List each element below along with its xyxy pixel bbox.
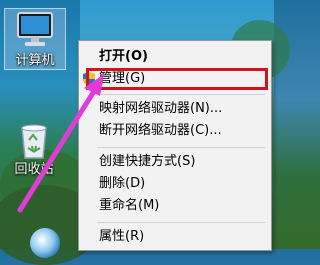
menu-item-label: 属性(R) (99, 229, 145, 244)
menu-item-label: 删除(D) (99, 176, 146, 191)
recycle-bin-desktop-icon[interactable]: 回收站 (4, 120, 64, 178)
partial-desktop-icon[interactable] (30, 228, 60, 258)
menu-item-properties[interactable]: 属性(R) (79, 226, 271, 248)
menu-item-label: 管理(G) (99, 71, 146, 86)
computer-icon (15, 9, 55, 53)
menu-item-create-shortcut[interactable]: 创建快捷方式(S) (79, 151, 271, 173)
menu-item-rename[interactable]: 重命名(M) (79, 195, 271, 217)
menu-item-label: 创建快捷方式(S) (99, 154, 196, 169)
computer-icon-label: 计算机 (15, 53, 55, 68)
context-menu: 打开(O) 管理(G) 映射网络驱动器(N)... 断开网络驱动器(C)... … (78, 40, 272, 251)
recycle-bin-icon-label: 回收站 (14, 162, 54, 177)
menu-separator (97, 147, 265, 148)
computer-desktop-icon[interactable]: 计算机 (4, 8, 66, 70)
menu-item-open[interactable]: 打开(O) (79, 46, 271, 68)
menu-item-label: 断开网络驱动器(C)... (99, 123, 222, 138)
menu-item-disconnect-network-drive[interactable]: 断开网络驱动器(C)... (79, 120, 271, 142)
menu-item-label: 打开(O) (99, 49, 148, 64)
menu-separator (97, 222, 265, 223)
menu-item-map-network-drive[interactable]: 映射网络驱动器(N)... (79, 98, 271, 120)
menu-item-label: 重命名(M) (99, 198, 160, 213)
menu-item-delete[interactable]: 删除(D) (79, 173, 271, 195)
menu-separator (97, 94, 265, 95)
menu-item-manage[interactable]: 管理(G) (79, 68, 271, 90)
shield-icon (83, 72, 95, 86)
menu-item-label: 映射网络驱动器(N)... (99, 101, 223, 116)
recycle-bin-icon (16, 120, 52, 162)
